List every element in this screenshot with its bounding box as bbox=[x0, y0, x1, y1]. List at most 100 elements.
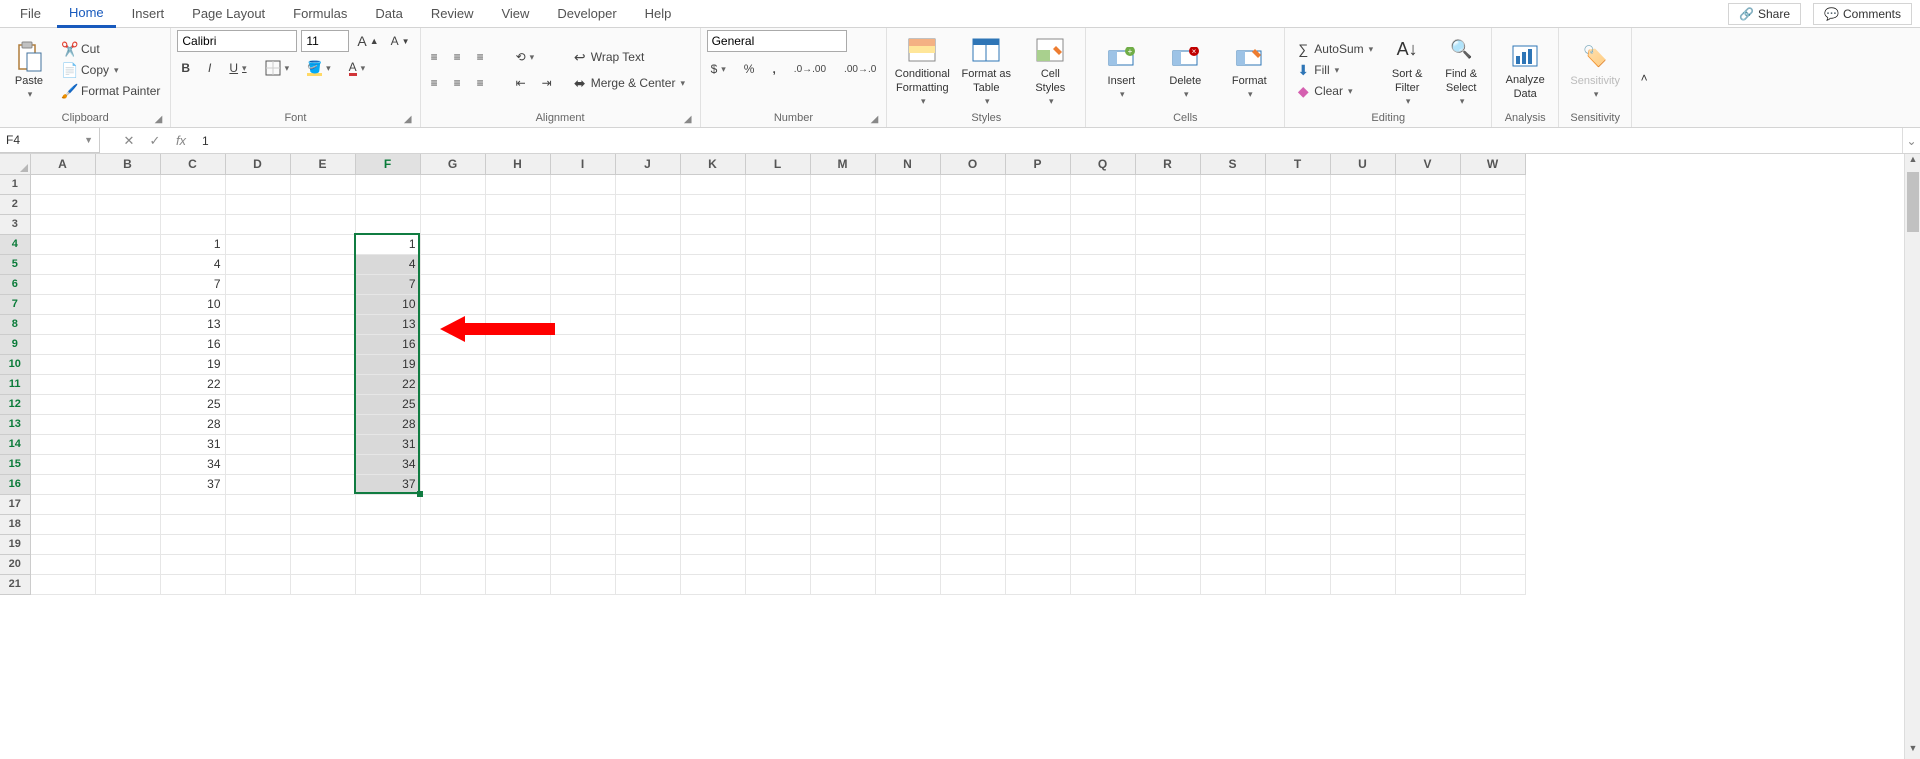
cell-U4[interactable] bbox=[1330, 234, 1395, 254]
cell-I12[interactable] bbox=[550, 394, 615, 414]
cell-J5[interactable] bbox=[615, 254, 680, 274]
cell-A9[interactable] bbox=[30, 334, 95, 354]
cell-U21[interactable] bbox=[1330, 574, 1395, 594]
cell-R9[interactable] bbox=[1135, 334, 1200, 354]
cell-E6[interactable] bbox=[290, 274, 355, 294]
cell-N11[interactable] bbox=[875, 374, 940, 394]
cell-M15[interactable] bbox=[810, 454, 875, 474]
cell-V15[interactable] bbox=[1395, 454, 1460, 474]
cell-M1[interactable] bbox=[810, 174, 875, 194]
cell-P12[interactable] bbox=[1005, 394, 1070, 414]
cell-S7[interactable] bbox=[1200, 294, 1265, 314]
cell-D10[interactable] bbox=[225, 354, 290, 374]
cell-W7[interactable] bbox=[1460, 294, 1525, 314]
cell-S17[interactable] bbox=[1200, 494, 1265, 514]
cell-N17[interactable] bbox=[875, 494, 940, 514]
cell-C21[interactable] bbox=[160, 574, 225, 594]
column-header-B[interactable]: B bbox=[95, 154, 160, 174]
cell-C19[interactable] bbox=[160, 534, 225, 554]
cell-B4[interactable] bbox=[95, 234, 160, 254]
cell-O21[interactable] bbox=[940, 574, 1005, 594]
tab-review[interactable]: Review bbox=[419, 1, 486, 26]
cell-K17[interactable] bbox=[680, 494, 745, 514]
cell-T17[interactable] bbox=[1265, 494, 1330, 514]
cell-G2[interactable] bbox=[420, 194, 485, 214]
row-header-9[interactable]: 9 bbox=[0, 334, 30, 354]
wrap-text-button[interactable]: ↩Wrap Text bbox=[568, 47, 689, 67]
cell-M17[interactable] bbox=[810, 494, 875, 514]
cell-U2[interactable] bbox=[1330, 194, 1395, 214]
cell-S16[interactable] bbox=[1200, 474, 1265, 494]
increase-decimal-button[interactable]: .0→.00 bbox=[790, 62, 830, 77]
cell-D1[interactable] bbox=[225, 174, 290, 194]
cell-A7[interactable] bbox=[30, 294, 95, 314]
cell-M3[interactable] bbox=[810, 214, 875, 234]
cell-C7[interactable]: 10 bbox=[160, 294, 225, 314]
cell-K14[interactable] bbox=[680, 434, 745, 454]
cell-O16[interactable] bbox=[940, 474, 1005, 494]
cell-L8[interactable] bbox=[745, 314, 810, 334]
cell-E11[interactable] bbox=[290, 374, 355, 394]
cell-B5[interactable] bbox=[95, 254, 160, 274]
cell-M14[interactable] bbox=[810, 434, 875, 454]
cell-J18[interactable] bbox=[615, 514, 680, 534]
cell-Q6[interactable] bbox=[1070, 274, 1135, 294]
cell-D18[interactable] bbox=[225, 514, 290, 534]
cell-V16[interactable] bbox=[1395, 474, 1460, 494]
cell-U1[interactable] bbox=[1330, 174, 1395, 194]
collapse-ribbon-button[interactable]: ˄ bbox=[1632, 28, 1656, 127]
cell-C12[interactable]: 25 bbox=[160, 394, 225, 414]
cell-O15[interactable] bbox=[940, 454, 1005, 474]
tab-data[interactable]: Data bbox=[363, 1, 414, 26]
cell-B15[interactable] bbox=[95, 454, 160, 474]
cell-K11[interactable] bbox=[680, 374, 745, 394]
cell-W13[interactable] bbox=[1460, 414, 1525, 434]
row-header-16[interactable]: 16 bbox=[0, 474, 30, 494]
cell-E17[interactable] bbox=[290, 494, 355, 514]
cell-U14[interactable] bbox=[1330, 434, 1395, 454]
cell-B12[interactable] bbox=[95, 394, 160, 414]
cell-T15[interactable] bbox=[1265, 454, 1330, 474]
cell-A18[interactable] bbox=[30, 514, 95, 534]
cell-K2[interactable] bbox=[680, 194, 745, 214]
cell-S11[interactable] bbox=[1200, 374, 1265, 394]
cell-P4[interactable] bbox=[1005, 234, 1070, 254]
cell-O14[interactable] bbox=[940, 434, 1005, 454]
decrease-decimal-button[interactable]: .00→.0 bbox=[840, 62, 880, 77]
cell-H8[interactable] bbox=[485, 314, 550, 334]
cell-C8[interactable]: 13 bbox=[160, 314, 225, 334]
cell-P3[interactable] bbox=[1005, 214, 1070, 234]
cell-N10[interactable] bbox=[875, 354, 940, 374]
clipboard-launcher[interactable]: ◢ bbox=[155, 114, 163, 125]
cell-C16[interactable]: 37 bbox=[160, 474, 225, 494]
cell-T9[interactable] bbox=[1265, 334, 1330, 354]
cell-F15[interactable]: 34 bbox=[355, 454, 420, 474]
column-header-W[interactable]: W bbox=[1460, 154, 1525, 174]
cell-D17[interactable] bbox=[225, 494, 290, 514]
cell-I2[interactable] bbox=[550, 194, 615, 214]
cell-V13[interactable] bbox=[1395, 414, 1460, 434]
increase-indent-button[interactable]: ⇥ bbox=[538, 74, 556, 92]
clear-button[interactable]: ◆Clear bbox=[1291, 81, 1377, 101]
cell-L4[interactable] bbox=[745, 234, 810, 254]
cell-U8[interactable] bbox=[1330, 314, 1395, 334]
cell-H1[interactable] bbox=[485, 174, 550, 194]
row-header-10[interactable]: 10 bbox=[0, 354, 30, 374]
cell-I15[interactable] bbox=[550, 454, 615, 474]
cell-B6[interactable] bbox=[95, 274, 160, 294]
cell-G7[interactable] bbox=[420, 294, 485, 314]
cell-U16[interactable] bbox=[1330, 474, 1395, 494]
cell-B9[interactable] bbox=[95, 334, 160, 354]
cell-P14[interactable] bbox=[1005, 434, 1070, 454]
cell-J11[interactable] bbox=[615, 374, 680, 394]
cell-L19[interactable] bbox=[745, 534, 810, 554]
cell-U12[interactable] bbox=[1330, 394, 1395, 414]
cell-J12[interactable] bbox=[615, 394, 680, 414]
comma-format-button[interactable]: , bbox=[768, 60, 779, 78]
tab-home[interactable]: Home bbox=[57, 0, 116, 28]
cell-P15[interactable] bbox=[1005, 454, 1070, 474]
cell-Q8[interactable] bbox=[1070, 314, 1135, 334]
cell-K9[interactable] bbox=[680, 334, 745, 354]
cell-Q4[interactable] bbox=[1070, 234, 1135, 254]
cell-S14[interactable] bbox=[1200, 434, 1265, 454]
